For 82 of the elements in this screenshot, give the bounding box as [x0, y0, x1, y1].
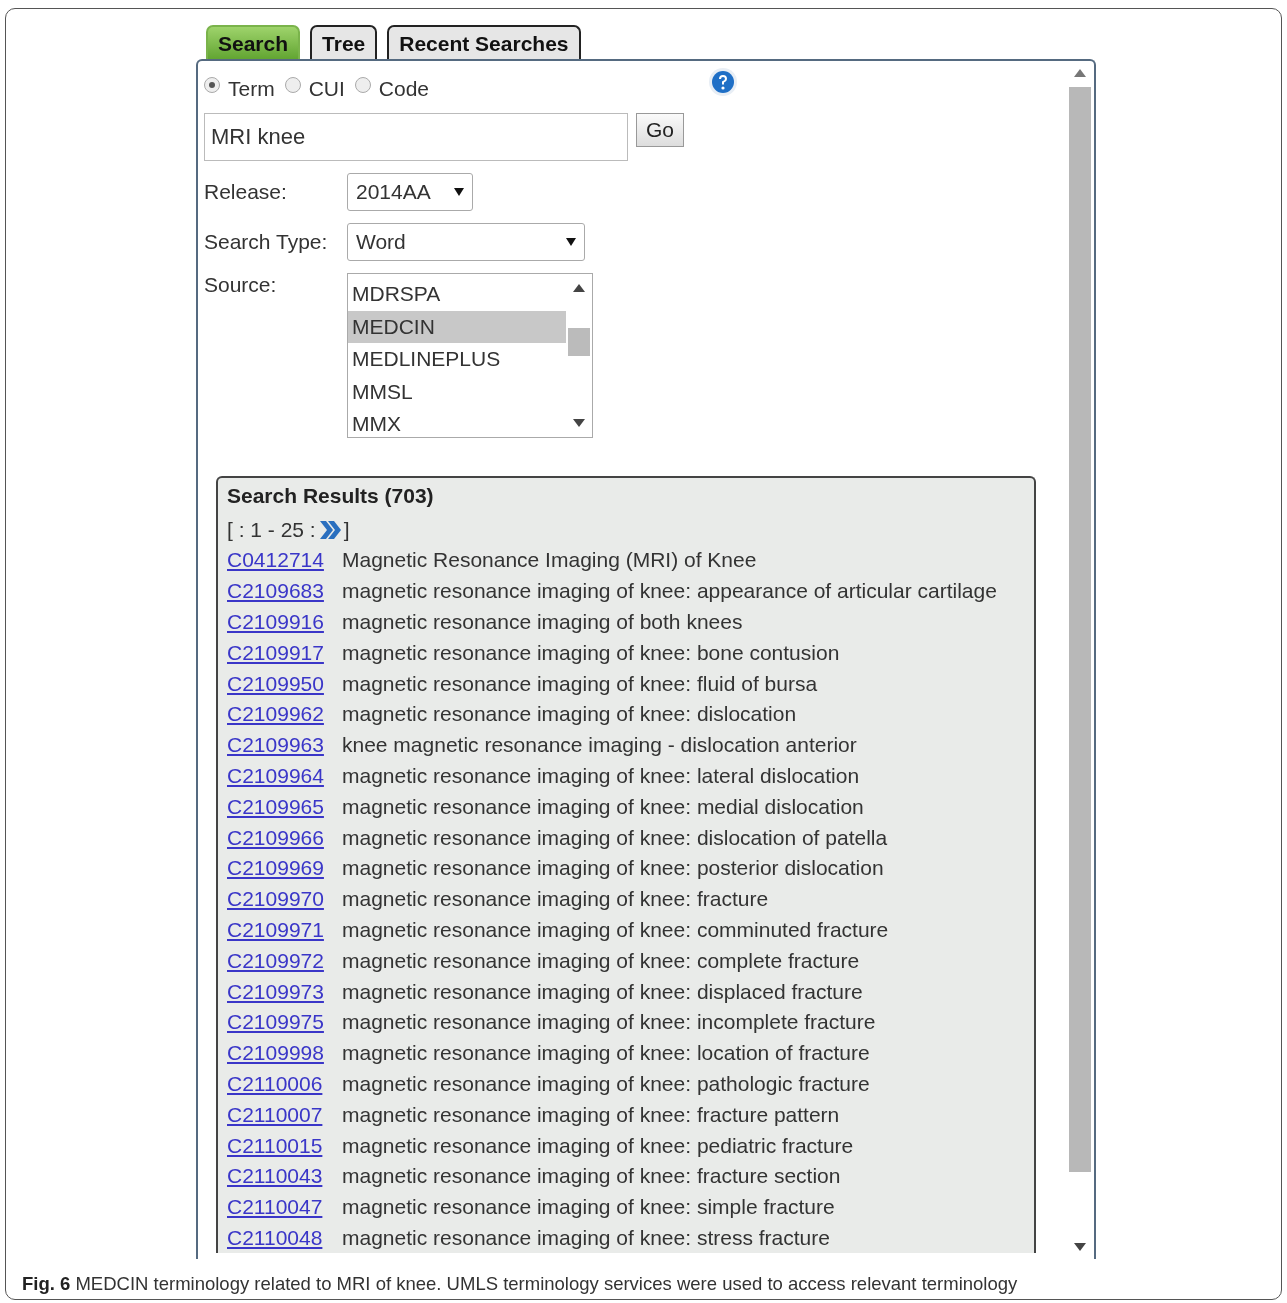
concept-name: magnetic resonance imaging of knee: lateral dislocation	[342, 763, 860, 788]
concept-name: magnetic resonance imaging of knee: bone contusion	[342, 640, 840, 665]
concept-link[interactable]: C2109683	[227, 579, 342, 604]
concept-link[interactable]: C2109969	[227, 856, 342, 881]
concept-name: knee magnetic resonance imaging - dislocation anterior	[342, 733, 857, 758]
concept-link[interactable]: C2109917	[227, 640, 342, 665]
results-title: Search Results (703)	[227, 484, 435, 509]
concept-link[interactable]: C2109962	[227, 702, 342, 727]
concept-link[interactable]: C2109973	[227, 979, 342, 1004]
concept-name: magnetic resonance imaging of knee: fracture	[342, 887, 769, 912]
radio-label[interactable]: Term	[228, 77, 275, 101]
concept-link[interactable]: C2109966	[227, 825, 342, 850]
source-option[interactable]: MEDCIN	[348, 310, 566, 343]
pager-text: [ : 1 - 25 :	[227, 517, 316, 542]
radio-label[interactable]: Code	[378, 77, 430, 101]
source-option[interactable]: MDRSPA	[348, 278, 566, 311]
concept-link[interactable]: C2109950	[227, 671, 342, 696]
concept-link[interactable]: C2109998	[227, 1041, 342, 1066]
concept-link[interactable]: C2109916	[227, 610, 342, 634]
release-label: Release:	[204, 180, 288, 204]
concept-name: magnetic resonance imaging of knee: simple fracture	[342, 1195, 835, 1220]
search-field[interactable]: MRI knee	[204, 113, 628, 161]
release-dropdown[interactable]: 2014AA	[347, 173, 473, 211]
go-button[interactable]: Go	[636, 113, 684, 147]
concept-link[interactable]: C2109965	[227, 794, 342, 819]
concept-name: magnetic resonance imaging of knee: dislocation of patella	[342, 825, 888, 850]
radio-button[interactable]	[204, 77, 220, 93]
search-type-dropdown[interactable]: Word	[347, 223, 585, 261]
concept-link[interactable]: C0412714	[227, 548, 342, 573]
concept-name: magnetic resonance imaging of knee: incomplete fracture	[342, 1010, 876, 1035]
next-page-icon[interactable]	[317, 518, 342, 541]
concept-name: magnetic resonance imaging of knee: pediatric fracture	[342, 1133, 854, 1158]
source-option[interactable]: MMX	[348, 408, 566, 441]
tab[interactable]: Tree	[310, 25, 378, 59]
concept-link[interactable]: C2109971	[227, 917, 342, 942]
radio-button[interactable]	[284, 77, 301, 93]
radio-label[interactable]: CUI	[308, 77, 345, 101]
pager-text: ]	[343, 517, 350, 542]
concept-link[interactable]: C2109964	[227, 763, 342, 788]
concept-link[interactable]: C2110007	[227, 1102, 342, 1127]
concept-name: magnetic resonance imaging of knee: dislocation	[342, 702, 797, 727]
scroll-down-icon[interactable]	[573, 419, 585, 427]
source-option[interactable]: MMSL	[348, 375, 566, 408]
concept-name: magnetic resonance imaging of knee: posterior dislocation	[342, 856, 884, 881]
scroll-thumb[interactable]	[1069, 87, 1091, 1172]
radio-button[interactable]	[354, 77, 371, 93]
concept-link[interactable]: C2109963	[227, 733, 342, 758]
source-option[interactable]: MEDLINEPLUS	[348, 343, 566, 376]
help-icon[interactable]	[708, 67, 738, 97]
concept-link[interactable]: C2109975	[227, 1010, 342, 1035]
concept-name: magnetic resonance imaging of knee: stress fracture	[342, 1225, 830, 1250]
scroll-down-icon[interactable]	[1074, 1243, 1086, 1251]
concept-name: magnetic resonance imaging of knee: medial dislocation	[342, 794, 864, 819]
concept-name: magnetic resonance imaging of both knees	[342, 610, 743, 634]
caret-icon	[566, 238, 576, 246]
tab[interactable]: Search	[206, 25, 301, 59]
concept-name: magnetic resonance imaging of knee: appearance of articular cartilage	[342, 579, 997, 604]
concept-name: magnetic resonance imaging of knee: fluid of bursa	[342, 671, 818, 696]
concept-link[interactable]: C2110015	[227, 1133, 342, 1158]
concept-name: Magnetic Resonance Imaging (MRI) of Knee	[342, 548, 757, 573]
concept-name: magnetic resonance imaging of knee: comminuted fracture	[342, 917, 889, 942]
concept-link[interactable]: C2109972	[227, 948, 342, 973]
concept-link[interactable]: C2110047	[227, 1195, 342, 1220]
concept-link[interactable]: C2110048	[227, 1225, 342, 1250]
concept-link[interactable]: C2109970	[227, 887, 342, 912]
concept-link[interactable]: C2110006	[227, 1071, 342, 1096]
source-listbox[interactable]: MDRSPA MEDCIN MEDLINEPLUS MMSL MMX	[347, 273, 593, 438]
figure-caption: Fig. 6 MEDCIN terminology related to MRI of knee. UMLS terminology services were used to access relevant terminology	[22, 1273, 1018, 1295]
concept-name: magnetic resonance imaging of knee: displaced fracture	[342, 979, 863, 1004]
concept-name: magnetic resonance imaging of knee: complete fracture	[342, 948, 860, 973]
scroll-thumb[interactable]	[568, 328, 590, 356]
concept-name: magnetic resonance imaging of knee: fracture section	[342, 1164, 841, 1189]
search-type-label: Search Type:	[204, 230, 329, 254]
concept-link[interactable]: C2110043	[227, 1164, 342, 1189]
scroll-up-icon[interactable]	[573, 284, 585, 292]
scroll-up-icon[interactable]	[1074, 69, 1086, 77]
concept-name: magnetic resonance imaging of knee: fracture pattern	[342, 1102, 840, 1127]
concept-name: magnetic resonance imaging of knee: location of fracture	[342, 1041, 870, 1066]
concept-name: magnetic resonance imaging of knee: pathologic fracture	[342, 1071, 870, 1096]
source-label: Source:	[204, 273, 278, 297]
caret-icon	[454, 188, 464, 196]
tab[interactable]: Recent Searches	[387, 25, 581, 59]
